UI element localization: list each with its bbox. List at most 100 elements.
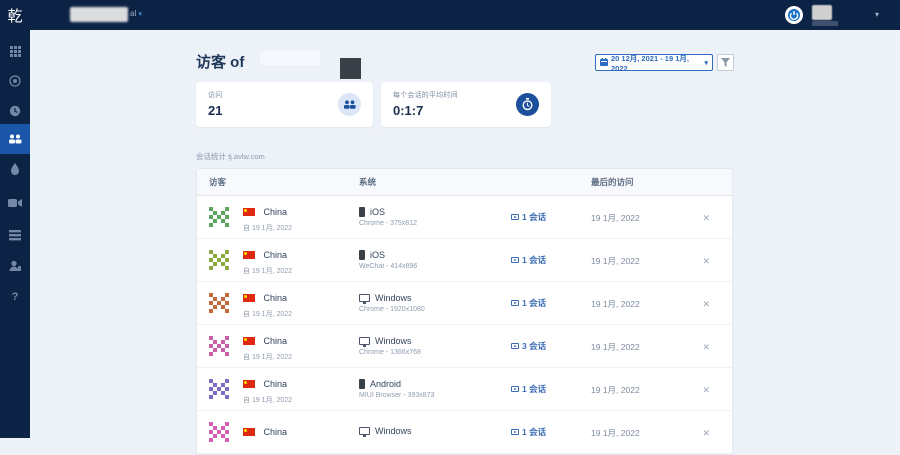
chevron-down-icon: ▾ <box>704 59 708 67</box>
visitor-since: 自 19 1月, 2022 <box>243 309 292 319</box>
china-flag-icon <box>243 251 255 259</box>
view-sessions-link[interactable]: 1 会话 <box>511 211 583 223</box>
view-sessions-link[interactable]: 3 会话 <box>511 340 583 352</box>
help-icon: ? <box>12 291 19 303</box>
sidebar-item-forms[interactable] <box>0 220 30 250</box>
visitor-since: 自 19 1月, 2022 <box>243 395 292 405</box>
china-flag-icon <box>243 337 255 345</box>
close-icon[interactable]: ✕ <box>702 299 710 309</box>
table-row: China 自 19 1月, 2022 Windows Chrome - 136… <box>197 325 732 368</box>
site-selector[interactable]: al ▾ <box>130 9 142 18</box>
header-visitor: 访客 <box>197 176 347 188</box>
video-camera-icon <box>8 198 22 208</box>
sidebar: 乾 <box>0 0 30 438</box>
table-row: China 自 19 1月, 2022 Windows Chrome - 192… <box>197 282 732 325</box>
avatar <box>209 379 229 399</box>
calendar-icon <box>600 58 608 68</box>
power-icon <box>787 8 801 22</box>
sessions-label: 1 会话 <box>522 211 546 223</box>
last-visit-date: 19 1月, 2022 <box>591 385 640 395</box>
list-icon <box>9 230 21 241</box>
sidebar-item-account[interactable] <box>0 251 30 281</box>
avatar <box>209 207 229 227</box>
date-range-label: 20 12月, 2021 - 19 1月, 2022 <box>611 53 701 73</box>
avg-session-time-card: 每个会话的平均时间 0:1:7 <box>381 82 551 127</box>
header-last-visit: 最后的访问 <box>583 176 687 188</box>
os-icon <box>359 294 370 302</box>
close-icon[interactable]: ✕ <box>702 385 710 395</box>
close-icon[interactable]: ✕ <box>702 342 710 352</box>
os-label: iOS <box>370 207 385 217</box>
sessions-label: 3 会话 <box>522 340 546 352</box>
page-title: 访客 of <box>196 51 244 72</box>
view-sessions-link[interactable]: 1 会话 <box>511 426 583 438</box>
os-icon <box>359 250 365 260</box>
last-visit-date: 19 1月, 2022 <box>591 213 640 223</box>
play-session-icon <box>511 343 519 349</box>
view-sessions-link[interactable]: 1 会话 <box>511 383 583 395</box>
play-session-icon <box>511 300 519 306</box>
china-flag-icon <box>243 294 255 302</box>
sidebar-item-live[interactable] <box>0 66 30 96</box>
country-label: China <box>263 427 287 437</box>
play-session-icon <box>511 429 519 435</box>
view-sessions-link[interactable]: 1 会话 <box>511 254 583 266</box>
sidebar-item-history[interactable] <box>0 96 30 126</box>
os-label: Windows <box>375 426 412 436</box>
sessions-label: 1 会话 <box>522 383 546 395</box>
user-name-redacted <box>812 21 838 26</box>
visitor-since: 自 19 1月, 2022 <box>243 352 292 362</box>
view-sessions-link[interactable]: 1 会话 <box>511 297 583 309</box>
account-icon <box>9 260 21 272</box>
sidebar-item-dashboard[interactable] <box>0 36 30 66</box>
last-visit-date: 19 1月, 2022 <box>591 299 640 309</box>
user-avatar[interactable] <box>812 5 832 20</box>
last-visit-date: 19 1月, 2022 <box>591 342 640 352</box>
table-row: China 自 19 1月, 2022 Android MIUI Browser… <box>197 368 732 411</box>
date-range-picker[interactable]: 20 12月, 2021 - 19 1月, 2022 ▾ <box>595 54 713 71</box>
table-row: China Windows 1 会话 19 1月, 2022 ✕ <box>197 411 732 454</box>
sessions-label: 1 会话 <box>522 254 546 266</box>
browser-resolution: Chrome - 1366x768 <box>359 349 499 356</box>
chevron-down-icon: ▾ <box>138 11 142 18</box>
sidebar-item-help[interactable]: ? <box>0 282 30 312</box>
os-icon <box>359 427 370 435</box>
play-session-icon <box>511 386 519 392</box>
country-label: China <box>263 379 287 389</box>
sidebar-item-visitors[interactable] <box>0 124 30 154</box>
sidebar-item-heatmap[interactable] <box>0 154 30 184</box>
os-label: Windows <box>375 336 412 346</box>
visitor-since: 自 19 1月, 2022 <box>243 266 292 276</box>
table-header-row: 访客 系统 最后的访问 <box>197 169 732 196</box>
browser-resolution: MIUI Browser - 393x873 <box>359 392 499 399</box>
os-label: Android <box>370 379 401 389</box>
os-icon <box>359 337 370 345</box>
app-logo[interactable]: 乾 <box>0 0 30 30</box>
close-icon[interactable]: ✕ <box>702 213 710 223</box>
table-row: China 自 19 1月, 2022 iOS Chrome - 375x812… <box>197 196 732 239</box>
sidebar-item-recordings[interactable] <box>0 188 30 218</box>
visitors-icon <box>8 134 22 145</box>
play-session-icon <box>511 214 519 220</box>
country-label: China <box>263 293 287 303</box>
os-label: iOS <box>370 250 385 260</box>
logout-button[interactable] <box>785 6 803 24</box>
table-row: China 自 19 1月, 2022 iOS WeChat - 414x896… <box>197 239 732 282</box>
country-label: China <box>263 207 287 217</box>
sessions-label: 1 会话 <box>522 426 546 438</box>
close-icon[interactable]: ✕ <box>702 256 710 266</box>
os-label: Windows <box>375 293 412 303</box>
visitor-since: 自 19 1月, 2022 <box>243 223 292 233</box>
clock-icon <box>9 105 21 117</box>
browser-resolution: Chrome - 1920x1080 <box>359 306 499 313</box>
header-system: 系统 <box>347 176 499 188</box>
last-visit-date: 19 1月, 2022 <box>591 256 640 266</box>
close-icon[interactable]: ✕ <box>702 428 710 438</box>
avatar <box>209 293 229 313</box>
stopwatch-icon <box>516 93 539 116</box>
user-menu-chevron-icon[interactable]: ▾ <box>875 10 879 19</box>
last-visit-date: 19 1月, 2022 <box>591 428 640 438</box>
sessions-label: 1 会话 <box>522 297 546 309</box>
users-icon <box>338 93 361 116</box>
filter-button[interactable] <box>717 54 734 71</box>
